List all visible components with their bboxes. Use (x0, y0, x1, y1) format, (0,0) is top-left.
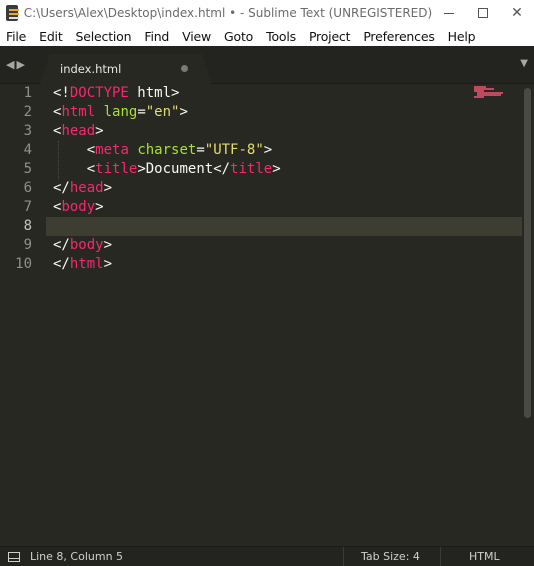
code-token-punctuation: </ (213, 161, 231, 177)
code-token-punctuation: = (196, 142, 205, 158)
code-line[interactable]: <html lang="en"> (53, 103, 188, 122)
line-number: 7 (23, 199, 32, 215)
code-token-punctuation: </ (53, 256, 70, 272)
menu-preferences[interactable]: Preferences (363, 29, 435, 44)
line-number: 8 (23, 218, 32, 234)
tab-navigation: ◀▶ (6, 58, 27, 71)
code-token-punctuation: = (137, 104, 146, 120)
code-line[interactable]: <head> (53, 122, 104, 141)
code-token-text: html (128, 85, 172, 101)
code-token-attribute-name: charset (137, 142, 197, 158)
menu-view[interactable]: View (182, 29, 211, 44)
code-token-punctuation: < (86, 142, 96, 158)
line-number: 2 (23, 104, 32, 120)
panel-toggle-icon[interactable] (8, 552, 20, 562)
line-number: 3 (23, 123, 32, 139)
code-token-punctuation: < (86, 161, 96, 177)
code-token-punctuation: > (179, 104, 188, 120)
code-line[interactable]: <title>Document</title> (53, 160, 281, 179)
minimap-line (474, 96, 484, 98)
minimize-button[interactable] (432, 0, 466, 26)
code-token-tag-name: title (230, 161, 273, 177)
tab-size-selector[interactable]: Tab Size: 4 (361, 550, 420, 563)
code-token-punctuation: > (103, 256, 113, 272)
code-token-punctuation: > (103, 237, 113, 253)
code-token-punctuation: </ (53, 237, 70, 253)
code-line[interactable]: <meta charset="UTF-8"> (53, 141, 273, 160)
window-title: C:\Users\Alex\Desktop\index.html • - Sub… (23, 6, 433, 20)
code-token-punctuation: > (95, 123, 104, 139)
minimize-icon (444, 12, 455, 14)
tab-label: index.html (60, 62, 122, 76)
title-bar: C:\Users\Alex\Desktop\index.html • - Sub… (0, 0, 534, 26)
code-token-tag-name: head (61, 123, 96, 139)
current-line-highlight (46, 217, 522, 236)
code-editor[interactable]: 1 2 3 4 5 6 7 8 9 10 <!DOCTYPE html> <html lang="e… (0, 84, 534, 544)
cursor-position: Line 8, Column 5 (30, 550, 124, 563)
menu-file[interactable]: File (6, 29, 26, 44)
code-line[interactable]: <body> (53, 198, 104, 217)
menu-help[interactable]: Help (448, 29, 476, 44)
code-token-attribute-name: lang (103, 104, 138, 120)
menu-bar: File Edit Selection Find View Goto Tools… (0, 26, 534, 46)
code-token-punctuation: <! (53, 85, 70, 101)
line-number: 4 (23, 142, 32, 158)
code-token-tag-name: head (69, 180, 104, 196)
code-token-string-value: "en" (145, 104, 180, 120)
previous-tab-icon[interactable]: ◀ (6, 58, 16, 71)
code-token-punctuation: </ (53, 180, 70, 196)
line-number: 9 (23, 237, 32, 253)
sublime-text-app-icon (6, 5, 19, 21)
line-number: 6 (23, 180, 32, 196)
code-token-string-value: "UTF-8" (204, 142, 264, 158)
tab-list-dropdown-icon[interactable]: ▼ (520, 58, 528, 69)
menu-project[interactable]: Project (309, 29, 351, 44)
code-token-punctuation: > (103, 180, 113, 196)
tab-bar: ◀▶ index.html ▼ (0, 46, 534, 84)
code-token-tag-name: html (61, 104, 96, 120)
code-token-tag-name: body (61, 199, 96, 215)
code-token-punctuation: > (171, 85, 180, 101)
unsaved-indicator-icon[interactable] (181, 65, 188, 72)
line-number: 1 (23, 85, 32, 101)
maximize-button[interactable] (466, 0, 500, 26)
code-line[interactable]: </html> (53, 255, 112, 274)
tab-index-html[interactable]: index.html (40, 54, 212, 84)
code-token-tag-name: DOCTYPE (69, 85, 129, 101)
code-area[interactable]: <!DOCTYPE html> <html lang="en"> <head> <m… (53, 84, 281, 272)
code-token-punctuation: > (272, 161, 281, 177)
code-line[interactable]: </head> (53, 179, 112, 198)
minimap[interactable] (474, 86, 504, 100)
code-line[interactable]: </body> (53, 236, 112, 255)
next-tab-icon[interactable]: ▶ (16, 58, 26, 71)
menu-edit[interactable]: Edit (39, 29, 63, 44)
code-token-tag-name: html (69, 256, 104, 272)
status-divider (440, 547, 441, 566)
syntax-selector[interactable]: HTML (469, 550, 500, 563)
code-token-text: Document (145, 161, 214, 177)
code-token-tag-name: meta (95, 142, 129, 158)
status-bar: Line 8, Column 5 Tab Size: 4 HTML (0, 546, 534, 566)
close-icon: ✕ (511, 5, 523, 21)
menu-find[interactable]: Find (144, 29, 169, 44)
line-number-gutter: 1 2 3 4 5 6 7 8 9 10 (0, 84, 46, 544)
vertical-scrollbar[interactable] (524, 88, 531, 418)
close-button[interactable]: ✕ (500, 0, 534, 26)
maximize-icon (478, 8, 489, 18)
line-number: 5 (23, 161, 32, 177)
status-divider (343, 547, 344, 566)
code-token-punctuation: > (137, 161, 146, 177)
code-token-punctuation: > (263, 142, 273, 158)
code-line[interactable]: <!DOCTYPE html> (53, 84, 179, 103)
code-token-tag-name: title (95, 161, 138, 177)
line-number: 10 (15, 256, 32, 272)
code-token-punctuation: > (95, 199, 104, 215)
menu-tools[interactable]: Tools (266, 29, 296, 44)
menu-selection[interactable]: Selection (76, 29, 132, 44)
menu-goto[interactable]: Goto (224, 29, 253, 44)
code-token-tag-name: body (69, 237, 104, 253)
